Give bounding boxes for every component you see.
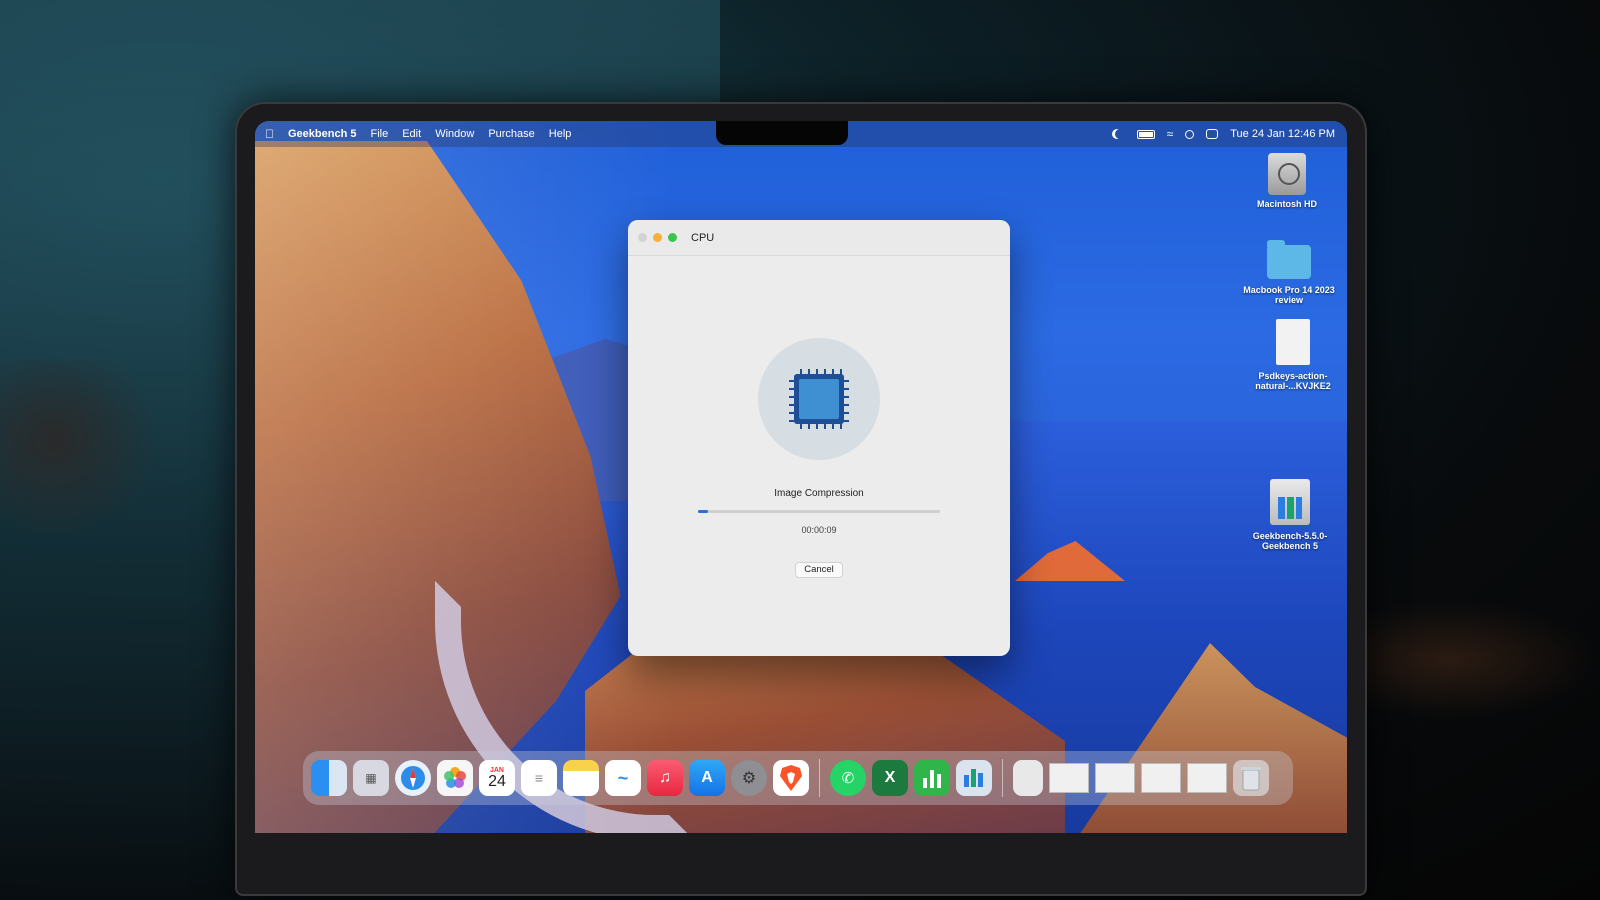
geekbench-icon [1270,479,1310,525]
minimize-window-button[interactable] [653,233,662,242]
dock-separator [819,759,820,797]
control-center-icon[interactable] [1206,129,1219,139]
freeform-icon[interactable]: ~ [605,760,641,796]
calendar-icon[interactable]: JAN 24 [479,760,515,796]
wallpaper-shade [255,121,675,833]
camera-notch [716,121,848,145]
document-icon [1276,319,1310,365]
background-tripod [0,360,180,560]
desktop-icon-psdkeys[interactable]: Psdkeys-action-natural-...KVJKE2 [1243,319,1343,391]
finder-icon[interactable] [311,760,347,796]
trash-icon[interactable] [1233,760,1269,796]
apple-menu-icon[interactable]:  [265,127,274,141]
focus-moon-icon[interactable] [1115,129,1125,139]
launchpad-icon[interactable]: ▦ [353,760,389,796]
desktop-icon-folder-review[interactable]: Macbook Pro 14 2023 review [1239,240,1339,305]
folder-icon [1267,240,1311,279]
elapsed-time: 00:00:09 [801,525,837,535]
menu-bar:  Geekbench 5 File Edit Window Purchase … [255,121,1347,147]
recent-document-icon[interactable] [1013,760,1043,796]
excel-icon[interactable]: X [872,760,908,796]
reminders-icon[interactable]: ≡ [521,760,557,796]
music-icon[interactable]: ♫ [647,760,683,796]
desktop-icon-label: Psdkeys-action-natural-...KVJKE2 [1255,371,1331,391]
calendar-day: 24 [488,772,506,790]
menu-clock[interactable]: Tue 24 Jan 12:46 PM [1230,128,1335,140]
window-title: CPU [691,231,715,244]
dock-separator [1002,759,1003,797]
app-store-icon[interactable]: A [689,760,725,796]
menu-edit[interactable]: Edit [402,128,421,140]
wifi-icon[interactable]: ≈ [1167,128,1174,140]
minimized-window-thumbnail[interactable] [1187,763,1227,793]
menu-app-name[interactable]: Geekbench 5 [288,128,356,140]
whatsapp-icon[interactable]: ✆ [830,760,866,796]
benchmark-progress-bar [698,510,940,513]
progress-fill [698,510,708,513]
dock: ▦ JAN 24 ≡ ~ ♫ A ⚙ ✆ X [303,751,1293,805]
benchmark-test-name: Image Compression [774,488,864,499]
minimized-window-thumbnail[interactable] [1095,763,1135,793]
menu-file[interactable]: File [370,128,388,140]
menu-window[interactable]: Window [435,128,474,140]
window-titlebar: CPU [628,220,1010,256]
cpu-chip-icon [789,369,849,429]
menu-purchase[interactable]: Purchase [488,128,534,140]
numbers-icon[interactable] [914,760,950,796]
spotlight-search-icon[interactable] [1185,129,1195,139]
desktop-icon-label: Macintosh HD [1256,199,1317,209]
minimized-window-thumbnail[interactable] [1049,763,1089,793]
hard-drive-icon [1268,153,1306,195]
brave-browser-icon[interactable] [773,760,809,796]
safari-icon[interactable] [395,760,431,796]
system-settings-icon[interactable]: ⚙ [731,760,767,796]
desktop-icon-geekbench[interactable]: Geekbench-5.5.0-Geekbench 5 [1240,479,1340,551]
photos-icon[interactable] [437,760,473,796]
menu-help[interactable]: Help [549,128,572,140]
close-window-button[interactable] [638,233,647,242]
notes-icon[interactable] [563,760,599,796]
desktop-icon-label: Macbook Pro 14 2023 review [1243,285,1335,305]
cancel-button[interactable]: Cancel [795,562,843,578]
minimized-window-thumbnail[interactable] [1141,763,1181,793]
desktop-icon-macintosh-hd[interactable]: Macintosh HD [1237,153,1337,209]
geekbench-dock-icon[interactable] [956,760,992,796]
geekbench-cpu-window: CPU Image Compression 00:00:09 Cancel [628,220,1010,656]
desktop-icon-label: Geekbench-5.5.0-Geekbench 5 [1252,531,1328,551]
screen:  Geekbench 5 File Edit Window Purchase … [255,121,1347,833]
zoom-window-button[interactable] [668,233,677,242]
battery-icon[interactable] [1136,129,1155,139]
